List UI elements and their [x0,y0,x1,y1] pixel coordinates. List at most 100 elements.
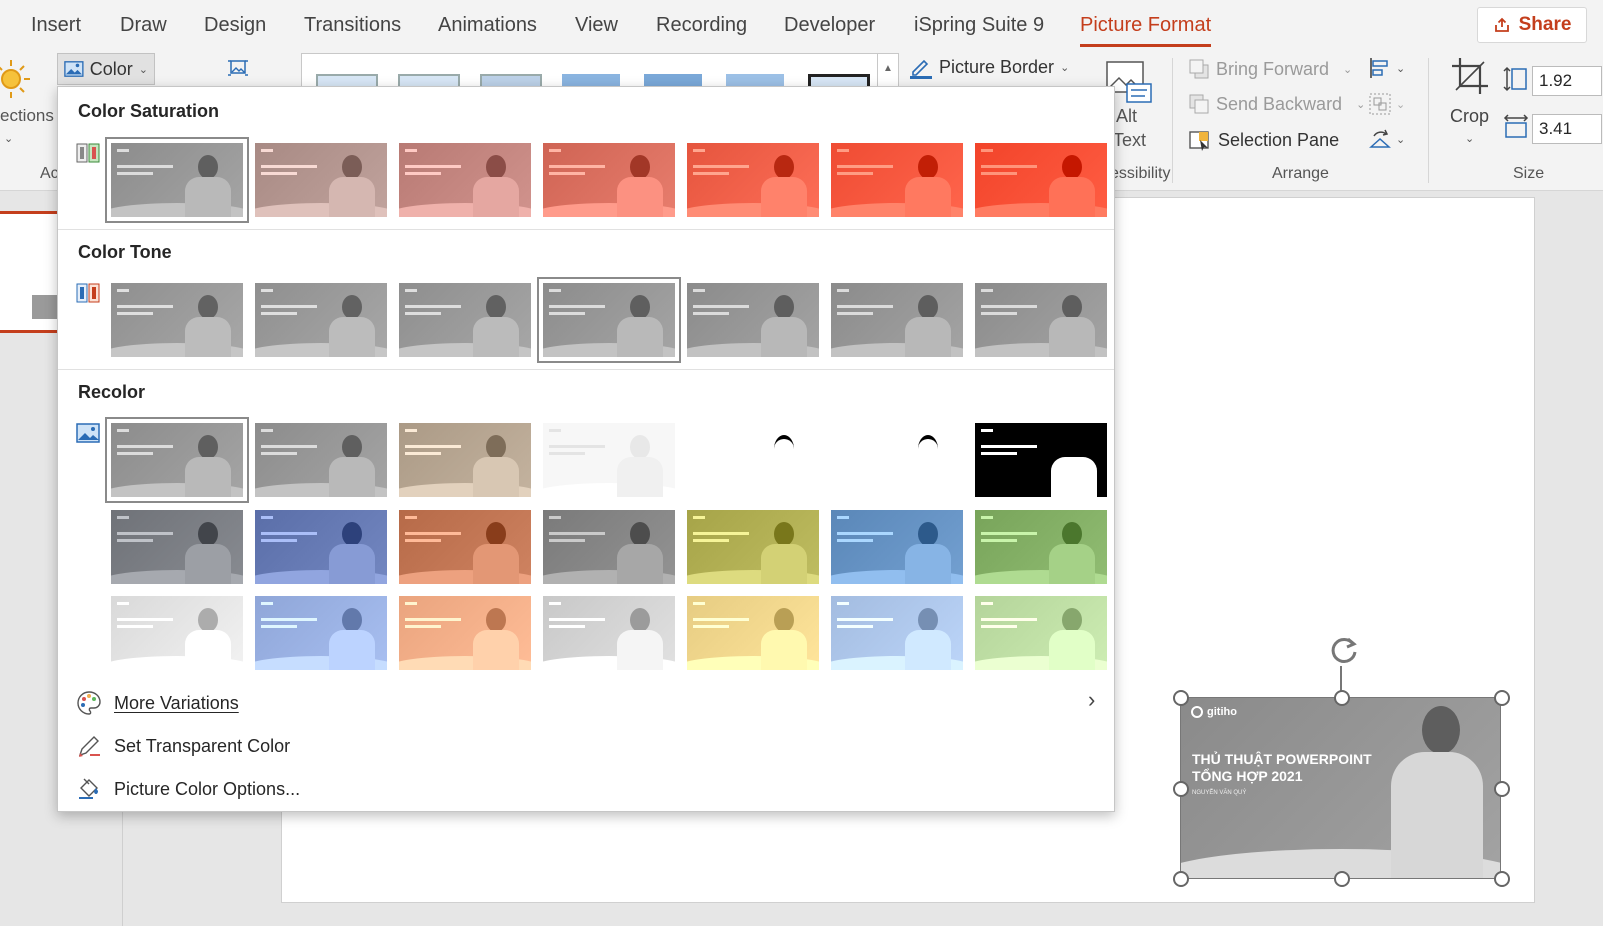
tab-draw[interactable]: Draw [120,14,167,37]
width-input[interactable]: 3.41 [1532,114,1602,144]
thumb-person [471,155,521,217]
thumb-text-line [981,445,1037,448]
recolor-option[interactable] [831,510,963,584]
resize-handle[interactable] [1494,781,1510,797]
rotate-handle-icon[interactable] [1326,633,1362,669]
resize-handle[interactable] [1173,871,1189,887]
saturation-option[interactable] [399,143,531,217]
recolor-option[interactable] [543,423,675,497]
recolor-option[interactable] [399,423,531,497]
recolor-option[interactable] [543,510,675,584]
selection-pane-button[interactable]: Selection Pane [1188,128,1339,152]
brand-logo-icon [1191,706,1203,718]
thumb-person [759,155,809,217]
alt-text-line2[interactable]: Text [1113,130,1146,151]
more-variations-item[interactable]: More Variations [76,690,239,716]
compress-pictures-icon[interactable] [226,56,250,80]
tab-developer[interactable]: Developer [784,14,875,37]
set-transparent-color-item[interactable]: Set Transparent Color [76,733,290,759]
chevron-down-icon: ⌄ [138,63,148,76]
saturation-option[interactable] [975,143,1107,217]
tone-option[interactable] [255,283,387,357]
tone-option[interactable] [831,283,963,357]
saturation-option[interactable] [831,143,963,217]
send-backward-button[interactable]: Send Backward ⌄ [1188,93,1365,115]
thumb-person [903,295,953,357]
recolor-option[interactable] [399,510,531,584]
selected-picture[interactable]: gitiho THỦ THUẬT POWERPOINT TỔNG HỢP 202… [1181,698,1501,879]
thumb-text-line [117,602,129,605]
thumb-person [1047,522,1097,584]
recolor-option[interactable] [105,417,249,503]
thumb-text-line [405,305,461,308]
resize-handle[interactable] [1334,871,1350,887]
recolor-option[interactable] [831,596,963,670]
bring-forward-button[interactable]: Bring Forward ⌄ [1188,58,1352,80]
recolor-option[interactable] [975,596,1107,670]
thumb-text-line [405,452,441,455]
thumb-person [615,608,665,670]
recolor-option[interactable] [255,596,387,670]
picture-border-button[interactable]: Picture Border ⌄ [909,55,1069,79]
align-button[interactable]: ⌄ [1368,56,1405,80]
tone-option[interactable] [111,283,243,357]
saturation-option[interactable] [105,137,249,223]
thumb-text-line [549,602,561,605]
recolor-option[interactable] [687,596,819,670]
rotate-button[interactable]: ⌄ [1368,127,1405,151]
thumb-text-line [549,516,561,519]
corrections-chevron-icon[interactable]: ⌄ [4,132,13,145]
resize-handle[interactable] [1494,871,1510,887]
group-button[interactable]: ⌄ [1368,92,1405,116]
recolor-option[interactable] [255,423,387,497]
recolor-option[interactable] [975,423,1107,497]
rotate-icon [1369,129,1391,148]
resize-handle[interactable] [1494,690,1510,706]
recolor-option[interactable] [831,423,963,497]
tab-design[interactable]: Design [204,14,266,37]
picture-brand: gitiho [1191,706,1237,718]
picture-color-options-item[interactable]: Picture Color Options... [76,776,300,802]
gallery-scroll-up[interactable]: ▲ [877,54,898,87]
tab-insert[interactable]: Insert [31,14,81,37]
recolor-option[interactable] [111,510,243,584]
picture-styles-gallery[interactable]: ▲ [301,53,899,91]
saturation-option[interactable] [255,143,387,217]
tone-option[interactable] [975,283,1107,357]
resize-handle[interactable] [1173,690,1189,706]
thumb-text-line [117,305,173,308]
crop-icon[interactable] [1450,56,1490,96]
tab-picture-format[interactable]: Picture Format [1080,14,1212,47]
alt-text-line1[interactable]: Alt [1116,106,1137,127]
tab-ispring-suite[interactable]: iSpring Suite 9 [914,14,1044,37]
resize-handle[interactable] [1334,690,1350,706]
corrections-sun-icon[interactable] [0,58,32,100]
recolor-option[interactable] [111,596,243,670]
color-button[interactable]: Color ⌄ [57,53,155,85]
recolor-option[interactable] [255,510,387,584]
thumb-text-line [405,149,417,152]
saturation-option[interactable] [543,143,675,217]
corrections-label[interactable]: ections [0,106,54,126]
tab-view[interactable]: View [575,14,618,37]
thumb-text-line [405,532,461,535]
saturation-option[interactable] [687,143,819,217]
recolor-option[interactable] [687,510,819,584]
crop-chevron-icon[interactable]: ⌄ [1465,132,1474,145]
tone-option[interactable] [399,283,531,357]
recolor-option[interactable] [975,510,1107,584]
tab-transitions[interactable]: Transitions [304,14,401,37]
recolor-option[interactable] [399,596,531,670]
height-input[interactable]: 1.92 [1532,66,1602,96]
crop-label[interactable]: Crop [1450,106,1489,127]
set-transparent-label: Set Transparent Color [114,735,291,756]
share-button[interactable]: Share [1477,7,1587,43]
tone-option[interactable] [537,277,681,363]
recolor-option[interactable] [543,596,675,670]
tab-recording[interactable]: Recording [656,14,747,37]
recolor-option[interactable] [687,423,819,497]
tone-option[interactable] [687,283,819,357]
thumb-text-line [405,445,461,448]
tab-animations[interactable]: Animations [438,14,537,37]
resize-handle[interactable] [1173,781,1189,797]
